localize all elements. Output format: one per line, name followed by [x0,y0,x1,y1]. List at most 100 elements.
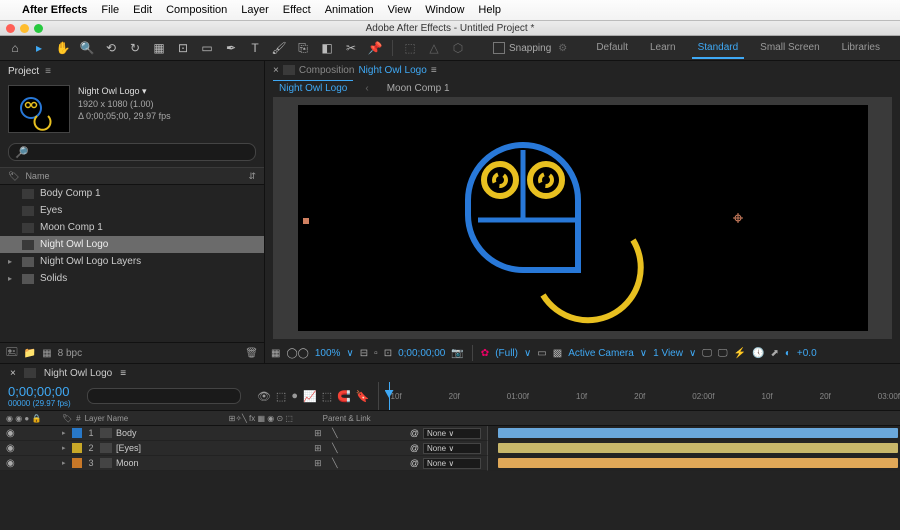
pan-behind-tool-icon[interactable]: ⊡ [174,39,192,57]
timeline-icon[interactable]: 🕔 [752,348,764,359]
timeline-layer-row[interactable]: ◉ ▸ 3 Moon ⊞╲ @ None ∨ [0,456,487,471]
parent-dropdown[interactable]: None ∨ [423,443,481,454]
menu-window[interactable]: Window [425,4,464,16]
transparency-icon[interactable]: ▩ [553,348,562,359]
workspace-smallscreen[interactable]: Small Screen [754,38,825,59]
guides-icon[interactable]: ▫ [374,348,378,359]
num-column[interactable]: # [76,414,80,423]
twirl-icon[interactable]: ▸ [62,444,68,452]
project-search[interactable]: 🔎 [8,143,256,161]
res-icon[interactable]: ⊟ [360,348,368,359]
pickwhip-icon[interactable]: @ [410,458,419,468]
menu-composition[interactable]: Composition [166,4,227,16]
draft3d-icon[interactable]: 🖵 [718,348,728,359]
layer-name[interactable]: Body [116,428,236,438]
puppet-tool-icon[interactable]: 📌 [366,39,384,57]
label-swatch[interactable] [72,458,82,468]
home-icon[interactable]: ⌂ [6,39,24,57]
shape-tool-icon[interactable]: ▭ [198,39,216,57]
timecode[interactable]: 0;00;00;00 [8,384,71,399]
clone-tool-icon[interactable]: ⎘ [294,39,312,57]
parent-column[interactable]: Parent & Link [323,414,371,423]
safe-icon[interactable]: ⊡ [384,348,392,359]
snapshot-icon[interactable]: 📷 [451,348,463,359]
time-ruler[interactable]: 10f20f01:00f10f20f02:00f10f20f03:00f [378,382,900,410]
project-item[interactable]: ▸Solids [0,270,264,287]
time-display[interactable]: 0;00;00;00 [398,348,445,359]
roto-tool-icon[interactable]: ✂ [342,39,360,57]
exposure-value[interactable]: +0.0 [797,348,817,359]
menu-animation[interactable]: Animation [325,4,374,16]
zoom-tool-icon[interactable]: 🔍 [78,39,96,57]
bpc-button[interactable]: 8 bpc [58,348,82,359]
panel-menu-icon[interactable]: ≡ [45,66,51,77]
snap-icon[interactable]: 🧲 [337,390,351,403]
timeline-comp-name[interactable]: Night Owl Logo [44,368,112,379]
project-item[interactable]: ▸Night Owl Logo Layers [0,253,264,270]
twirl-icon[interactable]: ▸ [62,459,68,467]
trash-icon[interactable]: 🗑 [245,348,258,359]
rotate-tool-icon[interactable]: ↻ [126,39,144,57]
project-tab[interactable]: Project [8,66,39,77]
label-swatch[interactable] [72,443,82,453]
extra-tool-icon[interactable]: △ [425,39,443,57]
extra-tool-icon[interactable]: ⬡ [449,39,467,57]
close-tab-icon[interactable]: × [273,65,279,76]
motion-blur-icon[interactable]: ● [291,390,298,403]
timeline-layer-row[interactable]: ◉ ▸ 1 Body ⊞╲ @ None ∨ [0,426,487,441]
pickwhip-icon[interactable]: @ [410,443,419,453]
mask-icon[interactable]: ◯◯ [286,348,308,359]
shy-icon[interactable]: 👁 [257,390,271,403]
graph-icon[interactable]: 📈 [303,390,317,403]
hand-tool-icon[interactable]: ✋ [54,39,72,57]
layername-column[interactable]: Layer Name [85,414,225,423]
eraser-tool-icon[interactable]: ◧ [318,39,336,57]
pickwhip-icon[interactable]: @ [410,428,419,438]
frame-blend-icon[interactable]: ⬚ [276,390,286,403]
timeline-layer-row[interactable]: ◉ ▸ 2 [Eyes] ⊞╲ @ None ∨ [0,441,487,456]
flowchart-icon[interactable]: ⬈ [770,348,778,359]
project-item[interactable]: Body Comp 1 [0,185,264,202]
camera-tool-icon[interactable]: ▦ [150,39,168,57]
close-tab-icon[interactable]: × [10,368,16,379]
res-dropdown[interactable]: (Full) [495,348,518,359]
exposure-reset-icon[interactable]: ◐ [785,348,791,359]
menu-layer[interactable]: Layer [241,4,269,16]
region-icon[interactable]: ▭ [537,348,546,359]
twirl-icon[interactable]: ▸ [62,429,68,437]
composition-name[interactable]: Night Owl Logo [358,65,426,76]
interpret-icon[interactable]: 🖭 [6,345,18,362]
workspace-learn[interactable]: Learn [644,38,682,59]
menu-file[interactable]: File [101,4,119,16]
comp-tab[interactable]: Night Owl Logo [273,80,353,96]
menu-help[interactable]: Help [478,4,501,16]
new-folder-icon[interactable]: 📁 [24,348,36,359]
project-item[interactable]: Eyes [0,202,264,219]
type-tool-icon[interactable]: T [246,39,264,57]
project-item[interactable]: Moon Comp 1 [0,219,264,236]
zoom-dropdown[interactable]: 100% [315,348,341,359]
pen-tool-icon[interactable]: ✒ [222,39,240,57]
label-swatch[interactable] [72,428,82,438]
menu-edit[interactable]: Edit [133,4,152,16]
orbit-tool-icon[interactable]: ⟲ [102,39,120,57]
layer-bar[interactable] [498,428,898,438]
workspace-default[interactable]: Default [590,38,634,59]
sort-icon[interactable]: ⇵ [248,171,256,182]
visibility-toggle[interactable]: ◉ [6,458,18,469]
snapping-checkbox[interactable]: Snapping⚙ [493,42,567,54]
grid-icon[interactable]: ▦ [271,348,280,359]
parent-dropdown[interactable]: None ∨ [423,428,481,439]
name-column-header[interactable]: Name [25,171,49,181]
panel-menu-icon[interactable]: ≡ [431,65,437,76]
workspace-standard[interactable]: Standard [692,38,745,59]
tag-icon[interactable]: 🏷 [8,171,19,182]
3d-icon[interactable]: 🖵 [702,348,712,359]
workspace-libraries[interactable]: Libraries [836,38,886,59]
new-comp-icon[interactable]: ▦ [42,348,51,359]
channel-icon[interactable]: ✿ [481,348,489,359]
visibility-toggle[interactable]: ◉ [6,428,18,439]
project-item[interactable]: Night Owl Logo [0,236,264,253]
menu-effect[interactable]: Effect [283,4,311,16]
views-dropdown[interactable]: 1 View [653,348,683,359]
